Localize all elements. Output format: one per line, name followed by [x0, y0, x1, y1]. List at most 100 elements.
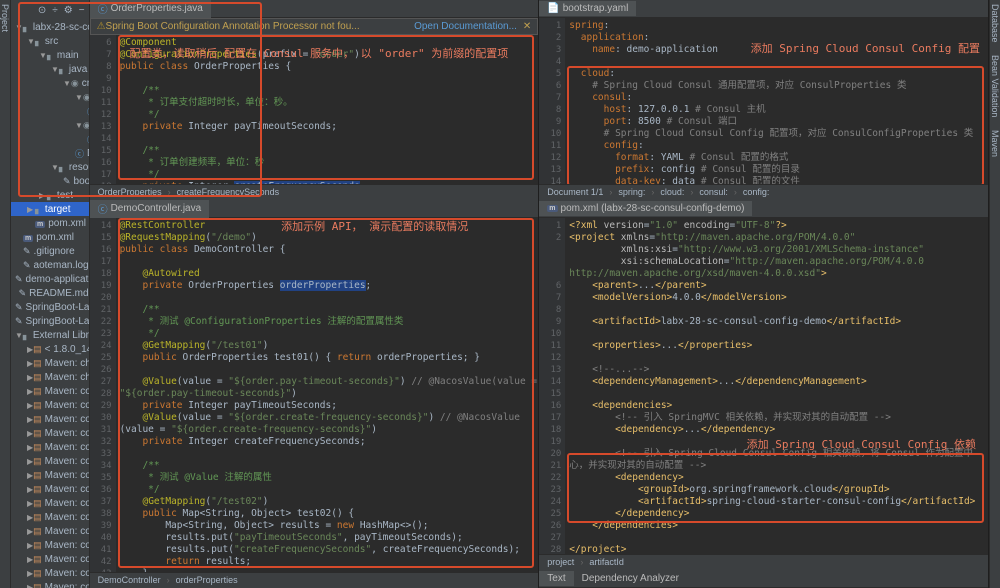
bean-validation-tab[interactable]: Bean Validation	[990, 55, 1000, 117]
xml-icon: m	[23, 232, 33, 242]
code[interactable]: spring: application: name: demo-applicat…	[565, 18, 988, 184]
tree-label: Maven: com.fasterxml:classmate:1.5.1	[45, 554, 89, 565]
tree-row[interactable]: ▶▤Maven: ch.qos.logback:logback-classic:…	[11, 356, 89, 370]
code-area[interactable]: 123456789101112131415 spring: applicatio…	[539, 18, 988, 184]
chevron-icon[interactable]: ▼	[27, 37, 35, 46]
tree-row[interactable]: mpom.xml	[11, 216, 89, 230]
breadcrumb[interactable]: project› artifactId	[539, 554, 988, 570]
tab-pom[interactable]: mpom.xml (labx-28-sc-consul-config-demo)	[539, 201, 752, 216]
tab-bar[interactable]: mpom.xml (labx-28-sc-consul-config-demo)	[539, 200, 988, 218]
tree-row[interactable]: ✎aoteman.log	[11, 258, 89, 272]
breadcrumb[interactable]: DemoController› orderProperties	[90, 572, 539, 588]
tree-label: README.md	[29, 288, 88, 299]
chevron-icon[interactable]: ▶	[39, 191, 47, 200]
tree-row[interactable]: ⓒOrderProperties	[11, 104, 89, 118]
tree-row[interactable]: ▶▤Maven: com.fasterxml.jackson.datatype:…	[11, 510, 89, 524]
tree-row[interactable]: ▶▤Maven: com.fasterxml.jackson.core:jack…	[11, 440, 89, 454]
code-area[interactable]: 6789101112131415161718 @Component @Confi…	[90, 35, 539, 184]
chevron-icon[interactable]: ▼	[15, 23, 23, 32]
code-area[interactable]: 1415161718192021222324252627282930313233…	[90, 218, 539, 572]
editor-order-properties: ⓒOrderProperties.java ⚠ Spring Boot Conf…	[90, 0, 540, 200]
tree-row[interactable]: ▶▤Maven: ch.qos.logback:logback-core:1.2…	[11, 370, 89, 384]
tree-row[interactable]: ▼▖labx-28-sc-consul-config-demo	[11, 20, 89, 34]
bottom-tabs[interactable]: Text Dependency Analyzer	[539, 570, 988, 588]
tree-row[interactable]: ✎bootstrap.yaml	[11, 174, 89, 188]
tab-bar[interactable]: ⓒDemoController.java	[90, 200, 539, 218]
tree-row[interactable]: ▼◉config	[11, 90, 89, 104]
code[interactable]: @RestController @RequestMapping("/demo")…	[116, 218, 539, 572]
tree-row[interactable]: ▶▤Maven: com.fasterxml.jackson.datatype:…	[11, 496, 89, 510]
database-tab[interactable]: Database	[990, 4, 1000, 43]
file-icon: ✎	[23, 246, 31, 257]
lib-icon: ▤	[33, 386, 42, 397]
project-tab-label[interactable]: Project	[0, 4, 10, 584]
tree-row[interactable]: ▶▤Maven: com.google.code.gson:gson:2.8.6	[11, 566, 89, 580]
right-tool-sidebar[interactable]: Database Bean Validation Maven	[989, 0, 1000, 588]
tree-row[interactable]: ▼▖resources	[11, 160, 89, 174]
chevron-icon[interactable]: ▼	[39, 51, 47, 60]
tree-label: Maven: commons-codec:commons-codec:1.13	[45, 582, 89, 588]
code-area[interactable]: 1267891011121314151617181920212223242526…	[539, 218, 988, 554]
tree-row[interactable]: ▶▤Maven: com.fasterxml.jackson.core:jack…	[11, 454, 89, 468]
tree-row[interactable]: ▶▤Maven: com.fasterxml.jackson.module:ja…	[11, 538, 89, 552]
tab-bar[interactable]: ⓒOrderProperties.java	[90, 0, 539, 18]
tree-row[interactable]: ▶▤Maven: com.fasterxml.jackson.core:jack…	[11, 426, 89, 440]
open-doc-link[interactable]: Open Documentation...	[414, 21, 517, 32]
tab-bootstrap[interactable]: 📄bootstrap.yaml	[539, 1, 636, 16]
maven-tab[interactable]: Maven	[990, 130, 1000, 157]
tree-row[interactable]: ▼▖External Libraries	[11, 328, 89, 342]
gear-icon[interactable]: ⚙	[64, 5, 73, 16]
tree-row[interactable]: ▶▤Maven: com.fasterxml.jackson.core:jack…	[11, 398, 89, 412]
tree-row[interactable]: ⓒDemoApplication	[11, 146, 89, 160]
chevron-icon[interactable]: ▼	[75, 121, 83, 130]
tree-label: main	[57, 50, 79, 61]
tree-row[interactable]: ▶▤Maven: com.fasterxml.jackson.core:jack…	[11, 468, 89, 482]
tree-row[interactable]: ▶▖target	[11, 202, 89, 216]
tree-label: java	[69, 64, 87, 75]
tree-row[interactable]: ▼▖main	[11, 48, 89, 62]
tree-row[interactable]: ✎demo-application.log	[11, 272, 89, 286]
tab-bar[interactable]: 📄bootstrap.yaml	[539, 0, 988, 18]
target-icon[interactable]: ⊙	[38, 5, 46, 16]
tree-row[interactable]: ▶▤Maven: com.fasterxml.jackson.module:ja…	[11, 524, 89, 538]
tree-row[interactable]: ▶▤Maven: com.ecwid.consul:consul-api:1.4…	[11, 384, 89, 398]
tree-row[interactable]: ▶▤Maven: com.fasterxml.jackson.core:jack…	[11, 412, 89, 426]
code[interactable]: @Component @ConfigurationProperties(pref…	[116, 35, 539, 184]
tree-row[interactable]: ▶▤Maven: commons-codec:commons-codec:1.1…	[11, 580, 89, 588]
code[interactable]: <?xml version="1.0" encoding="UTF-8"?> <…	[565, 218, 988, 554]
tree-row[interactable]: ▼▖java	[11, 62, 89, 76]
breadcrumb[interactable]: Document 1/1› spring:› cloud:› consul:› …	[539, 184, 988, 200]
chevron-icon[interactable]: ▼	[51, 163, 59, 172]
project-tree[interactable]: ▼▖labx-28-sc-consul-config-demo▼▖src▼▖ma…	[11, 20, 89, 588]
tree-row[interactable]: ▶▤Maven: com.fasterxml:classmate:1.5.1	[11, 552, 89, 566]
tree-label: Maven: com.fasterxml.jackson.module:jack…	[45, 540, 89, 551]
tree-row[interactable]: mpom.xml	[11, 230, 89, 244]
text-tab[interactable]: Text	[539, 571, 573, 586]
tree-row[interactable]: ⓒDemoController	[11, 132, 89, 146]
tree-row[interactable]: ▼◉cn.iocoder.springcloud.labx28.consulde…	[11, 76, 89, 90]
dep-analyzer-tab[interactable]: Dependency Analyzer	[574, 571, 687, 586]
tree-row[interactable]: ▶▖test	[11, 188, 89, 202]
breadcrumb[interactable]: OrderProperties› createFrequencySeconds	[90, 184, 539, 200]
chevron-icon[interactable]: ▼	[15, 331, 23, 340]
tab-demo-controller[interactable]: ⓒDemoController.java	[90, 200, 210, 218]
collapse-icon[interactable]: −	[79, 5, 85, 16]
chevron-icon[interactable]: ▼	[51, 65, 59, 74]
tree-row[interactable]: ✎README.md	[11, 286, 89, 300]
chevron-icon[interactable]: ▶	[27, 205, 35, 214]
tab-order-properties[interactable]: ⓒOrderProperties.java	[90, 0, 211, 18]
tree-row[interactable]: ▼◉controller	[11, 118, 89, 132]
chevron-icon[interactable]: ▼	[63, 79, 71, 88]
tree-label: Maven: com.fasterxml.jackson.core:jackso…	[45, 442, 89, 453]
tree-row[interactable]: ▶▤< 1.8.0_144 > /Library/Java/JavaVirtua…	[11, 342, 89, 356]
project-panel: ⊙ ÷ ⚙ − ▼▖labx-28-sc-consul-config-demo▼…	[11, 0, 90, 588]
left-tool-sidebar[interactable]: Project	[0, 0, 11, 588]
tree-row[interactable]: ▶▤Maven: com.fasterxml.jackson.datatype:…	[11, 482, 89, 496]
tree-row[interactable]: ▼▖src	[11, 34, 89, 48]
tree-row[interactable]: ✎.gitignore	[11, 244, 89, 258]
tree-row[interactable]: ✎SpringBoot-Labs.iws	[11, 314, 89, 328]
chevron-icon[interactable]: ▼	[75, 93, 83, 102]
tree-row[interactable]: ✎SpringBoot-Labs.ipr	[11, 300, 89, 314]
close-icon[interactable]: ✕	[523, 21, 531, 32]
tree-label: demo-application.log	[26, 274, 89, 285]
